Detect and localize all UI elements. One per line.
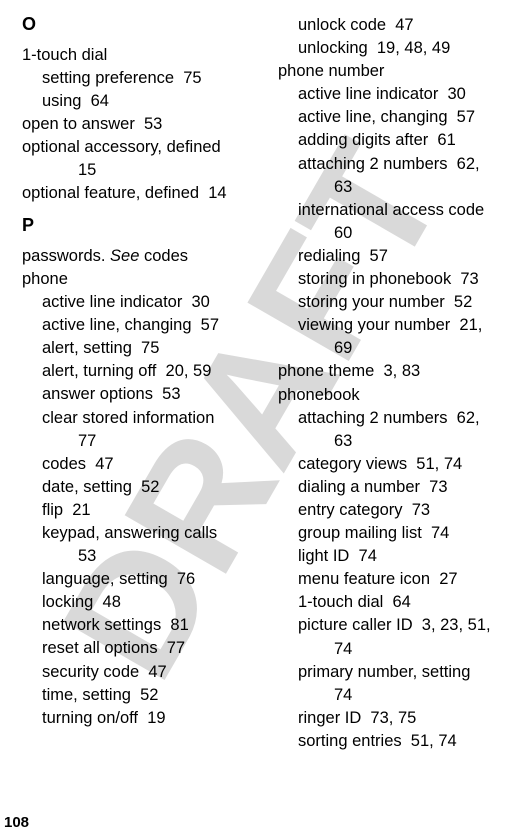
left-column: O 1-touch dialsetting preference 75using … (22, 14, 260, 753)
index-entry: 60 (278, 222, 516, 245)
index-entry: codes 47 (22, 453, 260, 476)
index-entry: picture caller ID 3, 23, 51, (278, 614, 516, 637)
index-entry: 74 (278, 638, 516, 661)
index-text: passwords. (22, 247, 110, 265)
index-entry: alert, turning off 20, 59 (22, 360, 260, 383)
index-entry: 63 (278, 430, 516, 453)
index-entry: open to answer 53 (22, 113, 260, 136)
index-text: codes (139, 247, 188, 265)
index-entry: active line, changing 57 (22, 314, 260, 337)
index-entry: ringer ID 73, 75 (278, 707, 516, 730)
index-entry: attaching 2 numbers 62, (278, 153, 516, 176)
index-entry: 77 (22, 430, 260, 453)
index-entry: unlock code 47 (278, 14, 516, 37)
index-entry: security code 47 (22, 661, 260, 684)
index-entry: primary number, setting (278, 661, 516, 684)
index-entry: setting preference 75 (22, 67, 260, 90)
index-entry: international access code (278, 199, 516, 222)
index-entry: network settings 81 (22, 614, 260, 637)
index-entry: 1-touch dial (22, 44, 260, 67)
index-entry: using 64 (22, 90, 260, 113)
index-entry: dialing a number 73 (278, 476, 516, 499)
index-entry: menu feature icon 27 (278, 568, 516, 591)
index-entry: phone theme 3, 83 (278, 360, 516, 383)
index-entry: sorting entries 51, 74 (278, 730, 516, 753)
index-entry: phonebook (278, 384, 516, 407)
index-entry: 53 (22, 545, 260, 568)
index-entry: date, setting 52 (22, 476, 260, 499)
index-entry: unlocking 19, 48, 49 (278, 37, 516, 60)
index-entry: light ID 74 (278, 545, 516, 568)
index-entry: entry category 73 (278, 499, 516, 522)
index-entry: 63 (278, 176, 516, 199)
page-content: O 1-touch dialsetting preference 75using … (0, 0, 528, 763)
page-number: 108 (4, 814, 29, 831)
index-entry: active line indicator 30 (278, 83, 516, 106)
index-entry: passwords. See codes (22, 245, 260, 268)
index-columns: O 1-touch dialsetting preference 75using … (22, 14, 516, 753)
index-entry: optional accessory, defined (22, 136, 260, 159)
index-entry: viewing your number 21, (278, 314, 516, 337)
index-entry: alert, setting 75 (22, 337, 260, 360)
index-entry: optional feature, defined 14 (22, 182, 260, 205)
index-entry: flip 21 (22, 499, 260, 522)
index-entry: 15 (22, 159, 260, 182)
index-entry: 74 (278, 684, 516, 707)
index-entry: language, setting 76 (22, 568, 260, 591)
index-entry: group mailing list 74 (278, 522, 516, 545)
blank-line (22, 205, 260, 215)
index-entry: answer options 53 (22, 383, 260, 406)
right-column: unlock code 47unlocking 19, 48, 49phone … (278, 14, 516, 753)
index-entry: storing in phonebook 73 (278, 268, 516, 291)
index-entry: turning on/off 19 (22, 707, 260, 730)
index-entry: active line, changing 57 (278, 106, 516, 129)
index-entry: locking 48 (22, 591, 260, 614)
index-entry: redialing 57 (278, 245, 516, 268)
index-entry: phone (22, 268, 260, 291)
index-entry: keypad, answering calls (22, 522, 260, 545)
index-section-letter: P (22, 215, 260, 237)
index-entry: adding digits after 61 (278, 129, 516, 152)
index-entry: storing your number 52 (278, 291, 516, 314)
index-entry: 1-touch dial 64 (278, 591, 516, 614)
index-entry: active line indicator 30 (22, 291, 260, 314)
index-entry: phone number (278, 60, 516, 83)
index-entry: time, setting 52 (22, 684, 260, 707)
index-entry: attaching 2 numbers 62, (278, 407, 516, 430)
index-entry: reset all options 77 (22, 637, 260, 660)
cross-reference: See (110, 247, 139, 265)
index-section-letter: O (22, 14, 260, 36)
index-entry: category views 51, 74 (278, 453, 516, 476)
index-entry: clear stored information (22, 407, 260, 430)
index-entry: 69 (278, 337, 516, 360)
